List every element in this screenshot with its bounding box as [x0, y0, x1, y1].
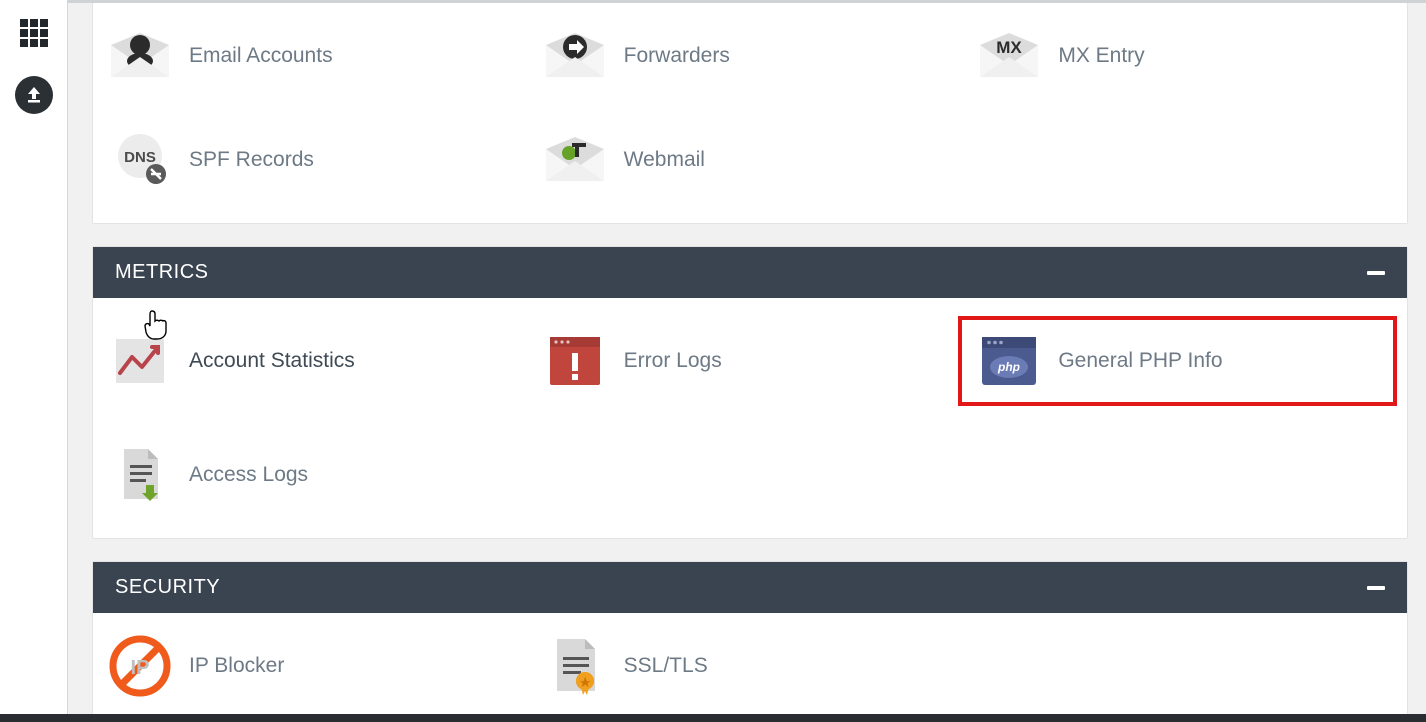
- highlight-general-php-info: php General PHP Info: [958, 316, 1397, 406]
- email-panel: Email Accounts Forwarders: [92, 3, 1408, 224]
- security-panel-header[interactable]: SECURITY: [93, 562, 1407, 613]
- metrics-panel: METRICS Account Statistics: [92, 246, 1408, 539]
- item-label: General PHP Info: [1058, 349, 1222, 373]
- item-label: MX Entry: [1058, 44, 1144, 68]
- item-ip-blocker[interactable]: IP IP Blocker: [103, 631, 528, 701]
- collapse-icon: [1367, 586, 1385, 590]
- general-php-info-icon: php: [976, 333, 1042, 389]
- item-label: IP Blocker: [189, 654, 284, 678]
- item-general-php-info[interactable]: php General PHP Info: [972, 326, 1293, 396]
- item-error-logs[interactable]: Error Logs: [538, 316, 963, 406]
- item-label: Email Accounts: [189, 44, 333, 68]
- item-forwarders[interactable]: Forwarders: [538, 21, 963, 91]
- email-accounts-icon: [107, 28, 173, 84]
- item-webmail[interactable]: Webmail: [538, 125, 963, 195]
- error-logs-icon: [542, 333, 608, 389]
- footer-bar: [0, 714, 1426, 722]
- security-panel: SECURITY IP IP Blocker: [92, 561, 1408, 722]
- access-logs-icon: [107, 447, 173, 503]
- upload-icon: [24, 85, 44, 105]
- item-label: SSL/TLS: [624, 654, 708, 678]
- account-statistics-icon: [107, 333, 173, 389]
- ip-blocker-icon: IP: [107, 638, 173, 694]
- collapse-icon: [1367, 271, 1385, 275]
- mx-entry-icon: MX: [976, 28, 1042, 84]
- metrics-panel-header[interactable]: METRICS: [93, 247, 1407, 298]
- security-panel-title: SECURITY: [115, 576, 220, 599]
- item-label: SPF Records: [189, 148, 314, 172]
- webmail-icon: [542, 132, 608, 188]
- svg-text:php: php: [997, 360, 1020, 374]
- item-label: Access Logs: [189, 463, 308, 487]
- item-ssl-tls[interactable]: SSL/TLS: [538, 631, 963, 701]
- apps-grid-button[interactable]: [15, 14, 53, 52]
- item-label: Error Logs: [624, 349, 722, 373]
- svg-text:DNS: DNS: [124, 149, 156, 166]
- apps-grid-icon: [19, 18, 49, 48]
- forwarders-icon: [542, 28, 608, 84]
- item-account-statistics[interactable]: Account Statistics: [103, 316, 528, 406]
- item-spf-records[interactable]: DNS SPF Records: [103, 125, 528, 195]
- upload-button[interactable]: [15, 76, 53, 114]
- metrics-panel-title: METRICS: [115, 261, 209, 284]
- svg-text:MX: MX: [997, 38, 1023, 57]
- item-label: Forwarders: [624, 44, 730, 68]
- spf-records-icon: DNS: [107, 132, 173, 188]
- main-content: Email Accounts Forwarders: [68, 0, 1426, 722]
- item-label: Account Statistics: [189, 349, 355, 373]
- svg-text:IP: IP: [131, 657, 150, 679]
- item-access-logs[interactable]: Access Logs: [103, 440, 528, 510]
- sidebar: [0, 0, 68, 722]
- ssl-tls-icon: [542, 638, 608, 694]
- item-label: Webmail: [624, 148, 705, 172]
- item-mx-entry[interactable]: MX MX Entry: [972, 21, 1397, 91]
- item-email-accounts[interactable]: Email Accounts: [103, 21, 528, 91]
